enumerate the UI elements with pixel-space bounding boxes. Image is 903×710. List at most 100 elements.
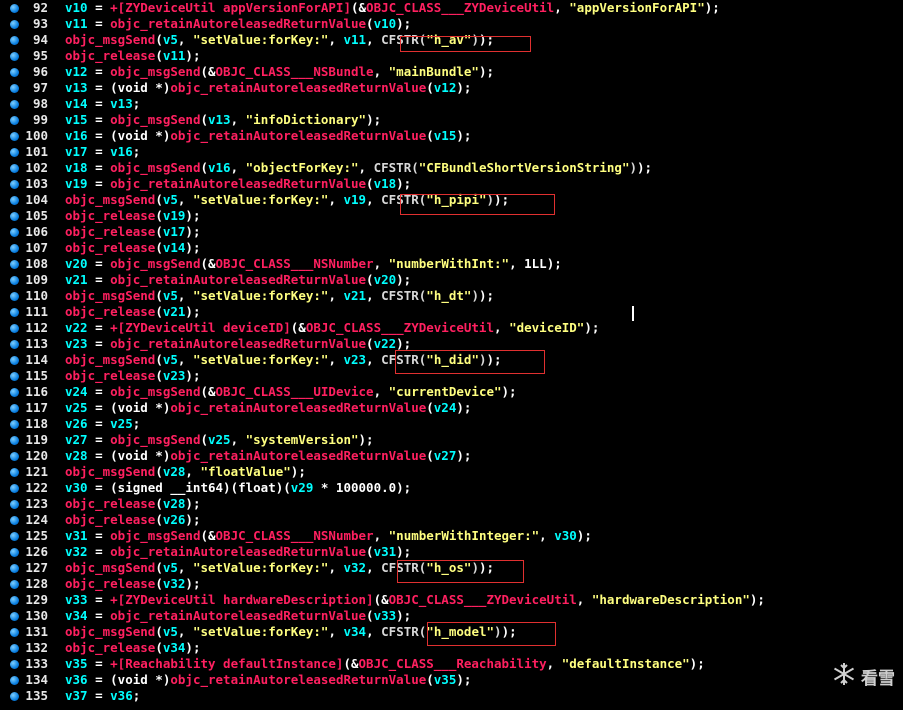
code-line[interactable]: 125 v31 = objc_msgSend(&OBJC_CLASS___NSNu… — [0, 528, 903, 544]
breakpoint-dot-icon[interactable] — [10, 308, 19, 317]
breakpoint-dot-icon[interactable] — [10, 468, 19, 477]
breakpoint-dot-icon[interactable] — [10, 20, 19, 29]
breakpoint-dot-icon[interactable] — [10, 516, 19, 525]
code-line[interactable]: 122 v30 = (signed __int64)(float)(v29 * 1… — [0, 480, 903, 496]
code-line[interactable]: 133 v35 = +[Reachability defaultInstance]… — [0, 656, 903, 672]
breakpoint-dot-icon[interactable] — [10, 4, 19, 13]
breakpoint-dot-icon[interactable] — [10, 388, 19, 397]
code-line[interactable]: 103 v19 = objc_retainAutoreleasedReturnVa… — [0, 176, 903, 192]
code-line[interactable]: 98 v14 = v13; — [0, 96, 903, 112]
code-line[interactable]: 129 v33 = +[ZYDeviceUtil hardwareDescript… — [0, 592, 903, 608]
breakpoint-dot-icon[interactable] — [10, 148, 19, 157]
code-token: , — [366, 624, 382, 639]
code-line[interactable]: 118 v26 = v25; — [0, 416, 903, 432]
code-token: v10 — [65, 0, 88, 15]
breakpoint-dot-icon[interactable] — [10, 564, 19, 573]
breakpoint-dot-icon[interactable] — [10, 212, 19, 221]
breakpoint-dot-icon[interactable] — [10, 404, 19, 413]
code-line[interactable]: 116 v24 = objc_msgSend(&OBJC_CLASS___UIDe… — [0, 384, 903, 400]
code-token: ); — [576, 528, 592, 543]
code-line[interactable]: 96 v12 = objc_msgSend(&OBJC_CLASS___NSBun… — [0, 64, 903, 80]
line-number: 100 — [25, 128, 48, 143]
code-line[interactable]: 107 objc_release(v14); — [0, 240, 903, 256]
breakpoint-dot-icon[interactable] — [10, 420, 19, 429]
code-token: (void *) — [110, 128, 171, 143]
breakpoint-dot-icon[interactable] — [10, 52, 19, 61]
breakpoint-dot-icon[interactable] — [10, 580, 19, 589]
code-token: objc_release — [65, 48, 156, 63]
breakpoint-dot-icon[interactable] — [10, 692, 19, 701]
breakpoint-dot-icon[interactable] — [10, 100, 19, 109]
breakpoint-dot-icon[interactable] — [10, 260, 19, 269]
code-line[interactable]: 100 v16 = (void *)objc_retainAutoreleased… — [0, 128, 903, 144]
code-token: = — [87, 400, 111, 415]
code-token: v36 — [65, 672, 88, 687]
breakpoint-dot-icon[interactable] — [10, 452, 19, 461]
breakpoint-dot-icon[interactable] — [10, 164, 19, 173]
breakpoint-dot-icon[interactable] — [10, 276, 19, 285]
breakpoint-dot-icon[interactable] — [10, 68, 19, 77]
breakpoint-dot-icon[interactable] — [10, 84, 19, 93]
code-line[interactable]: 102 v18 = objc_msgSend(v16, "objectForKey… — [0, 160, 903, 176]
code-text: v37 = v36; — [65, 688, 140, 704]
code-line[interactable]: 93 v11 = objc_retainAutoreleasedReturnVal… — [0, 16, 903, 32]
code-token: objc_msgSend — [65, 624, 156, 639]
breakpoint-dot-icon[interactable] — [10, 548, 19, 557]
code-line[interactable]: 99 v15 = objc_msgSend(v13, "infoDictionar… — [0, 112, 903, 128]
breakpoint-dot-icon[interactable] — [10, 436, 19, 445]
breakpoint-dot-icon[interactable] — [10, 676, 19, 685]
code-line[interactable]: 109 v21 = objc_retainAutoreleasedReturnVa… — [0, 272, 903, 288]
code-line[interactable]: 117 v25 = (void *)objc_retainAutoreleased… — [0, 400, 903, 416]
breakpoint-dot-icon[interactable] — [10, 244, 19, 253]
code-token: = — [87, 608, 111, 623]
code-token: v22 — [373, 336, 397, 351]
line-number: 134 — [25, 672, 48, 687]
breakpoint-dot-icon[interactable] — [10, 180, 19, 189]
breakpoint-dot-icon[interactable] — [10, 356, 19, 365]
code-line[interactable]: 134 v36 = (void *)objc_retainAutoreleased… — [0, 672, 903, 688]
code-token: = (signed __int64)(float)( — [87, 480, 291, 495]
code-line[interactable]: 97 v13 = (void *)objc_retainAutoreleasedR… — [0, 80, 903, 96]
code-line[interactable]: 110 objc_msgSend(v5, "setValue:forKey:", … — [0, 288, 903, 304]
breakpoint-dot-icon[interactable] — [10, 484, 19, 493]
code-line[interactable]: 126 v32 = objc_retainAutoreleasedReturnVa… — [0, 544, 903, 560]
code-line[interactable]: 101 v17 = v16; — [0, 144, 903, 160]
code-token: v26 — [162, 512, 186, 527]
code-token: objc_release — [65, 640, 156, 655]
code-line[interactable]: 106 objc_release(v17); — [0, 224, 903, 240]
code-line[interactable]: 120 v28 = (void *)objc_retainAutoreleased… — [0, 448, 903, 464]
breakpoint-dot-icon[interactable] — [10, 292, 19, 301]
breakpoint-dot-icon[interactable] — [10, 628, 19, 637]
breakpoint-dot-icon[interactable] — [10, 228, 19, 237]
breakpoint-dot-icon[interactable] — [10, 324, 19, 333]
code-line[interactable]: 119 v27 = objc_msgSend(v25, "systemVersio… — [0, 432, 903, 448]
code-token: OBJC_CLASS___ZYDeviceUtil — [388, 592, 577, 607]
breakpoint-dot-icon[interactable] — [10, 372, 19, 381]
code-token: ); — [501, 384, 517, 399]
breakpoint-dot-icon[interactable] — [10, 340, 19, 349]
code-line[interactable]: 112 v22 = +[ZYDeviceUtil deviceID](&OBJC_… — [0, 320, 903, 336]
code-line[interactable]: 121 objc_msgSend(v28, "floatValue"); — [0, 464, 903, 480]
breakpoint-dot-icon[interactable] — [10, 500, 19, 509]
code-line[interactable]: 124 objc_release(v26); — [0, 512, 903, 528]
breakpoint-dot-icon[interactable] — [10, 612, 19, 621]
code-token: = — [87, 96, 111, 111]
code-token: ( — [366, 608, 374, 623]
code-line[interactable]: 111 objc_release(v21); — [0, 304, 903, 320]
breakpoint-dot-icon[interactable] — [10, 532, 19, 541]
code-line[interactable]: 123 objc_release(v28); — [0, 496, 903, 512]
code-line[interactable]: 108 v20 = objc_msgSend(&OBJC_CLASS___NSNu… — [0, 256, 903, 272]
code-token: v17 — [65, 144, 88, 159]
breakpoint-dot-icon[interactable] — [10, 36, 19, 45]
breakpoint-dot-icon[interactable] — [10, 132, 19, 141]
breakpoint-dot-icon[interactable] — [10, 596, 19, 605]
code-text: objc_release(v14); — [65, 240, 200, 256]
line-number: 108 — [25, 256, 48, 271]
code-token: ); — [456, 672, 472, 687]
breakpoint-dot-icon[interactable] — [10, 116, 19, 125]
breakpoint-dot-icon[interactable] — [10, 196, 19, 205]
code-line[interactable]: 92 v10 = +[ZYDeviceUtil appVersionForAPI]… — [0, 0, 903, 16]
breakpoint-dot-icon[interactable] — [10, 644, 19, 653]
breakpoint-dot-icon[interactable] — [10, 660, 19, 669]
code-line[interactable]: 135 v37 = v36; — [0, 688, 903, 704]
